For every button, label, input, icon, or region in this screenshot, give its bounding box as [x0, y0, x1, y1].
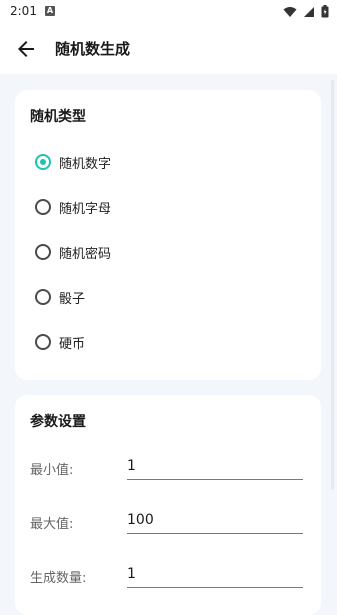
random-type-card: 随机类型 随机数字 随机字母 随机密码 骰子 硬币: [15, 90, 321, 380]
radio-option-password[interactable]: 随机密码: [35, 240, 111, 264]
radio-checked-icon[interactable]: [35, 154, 51, 170]
notification-a-icon: A: [45, 6, 55, 16]
wifi-icon: [283, 6, 297, 17]
battery-icon: [321, 5, 329, 18]
radio-unchecked-icon[interactable]: [35, 334, 51, 350]
min-value-label: 最小值:: [30, 463, 74, 478]
arrow-back-icon[interactable]: [14, 37, 38, 61]
status-icons: [283, 5, 329, 18]
parameter-title: 参数设置: [30, 414, 86, 430]
radio-unchecked-icon[interactable]: [35, 244, 51, 260]
parameter-card: 参数设置 最小值: 最大值: 生成数量:: [15, 395, 321, 615]
radio-label: 硬币: [59, 336, 86, 352]
radio-label: 骰子: [59, 291, 86, 307]
radio-option-dice[interactable]: 骰子: [35, 285, 85, 309]
app-bar: 随机数生成: [0, 24, 337, 74]
signal-icon: [304, 6, 314, 17]
count-input[interactable]: [127, 561, 303, 588]
radio-label: 随机数字: [59, 156, 112, 172]
max-value-label: 最大值:: [30, 517, 74, 532]
scrollbar[interactable]: [331, 80, 334, 490]
status-bar: 2:01 A: [0, 0, 337, 24]
count-label: 生成数量:: [30, 571, 87, 586]
radio-option-coin[interactable]: 硬币: [35, 330, 85, 354]
status-time: 2:01: [10, 4, 37, 18]
random-type-title: 随机类型: [30, 109, 86, 125]
radio-label: 随机字母: [59, 201, 112, 217]
page-title: 随机数生成: [55, 40, 131, 58]
max-value-input[interactable]: [127, 507, 303, 534]
min-value-input[interactable]: [127, 453, 303, 480]
radio-option-number[interactable]: 随机数字: [35, 150, 111, 174]
radio-label: 随机密码: [59, 246, 112, 262]
radio-option-letter[interactable]: 随机字母: [35, 195, 111, 219]
radio-unchecked-icon[interactable]: [35, 199, 51, 215]
radio-unchecked-icon[interactable]: [35, 289, 51, 305]
